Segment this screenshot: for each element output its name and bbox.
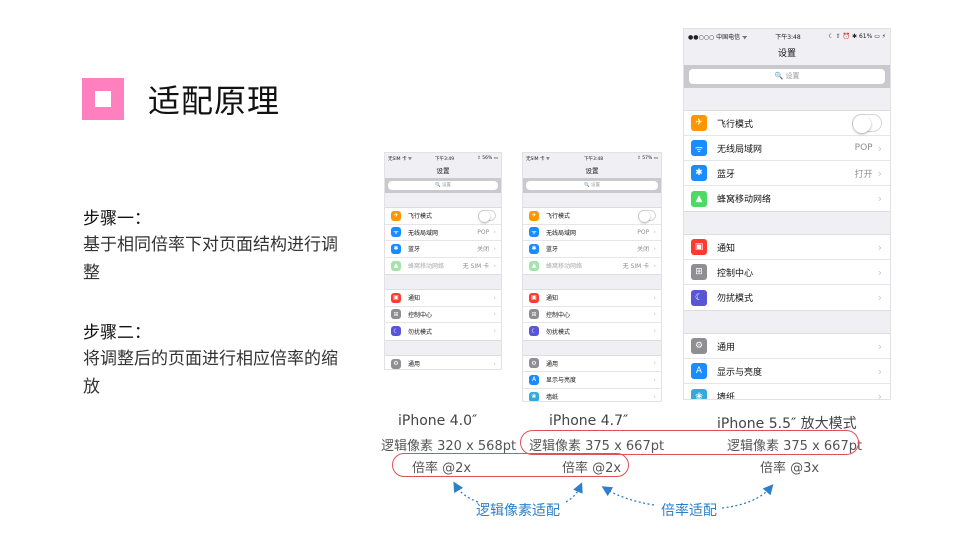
label-logical-adapt: 逻辑像素适配 <box>476 503 560 519</box>
slide: 适配原理 步骤一： 基于相同倍率下对页面结构进行调整 步骤二： 将调整后的页面进… <box>0 0 960 540</box>
arrow-right-2 <box>721 484 774 509</box>
arrow-left-2 <box>565 482 583 503</box>
arrows <box>453 481 774 509</box>
arrow-left-1 <box>453 481 479 503</box>
arrow-right-1 <box>601 486 655 506</box>
label-scale-adapt: 倍率适配 <box>661 503 717 519</box>
